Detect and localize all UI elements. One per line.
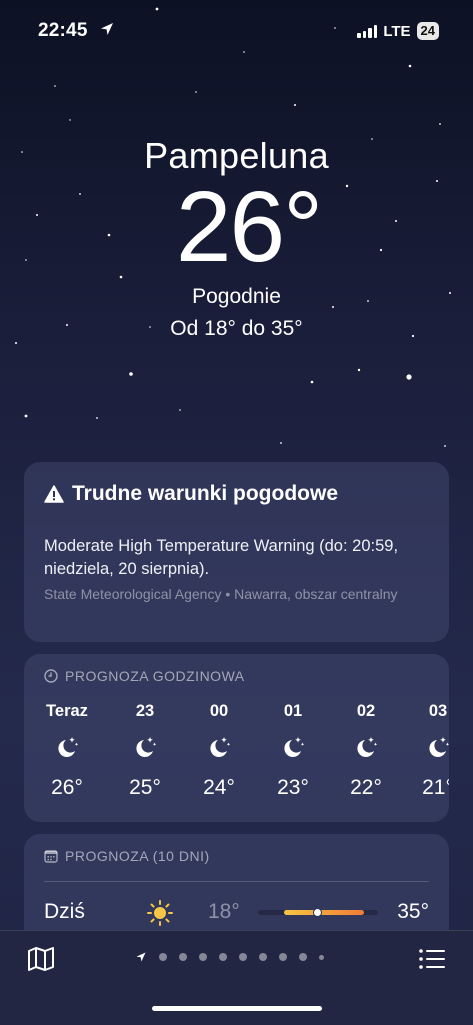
page-dot — [199, 953, 207, 961]
hourly-strip[interactable]: Teraz 26° 23 25° 00 24° 01 23° 02 22° 03… — [24, 702, 449, 812]
map-icon[interactable] — [27, 946, 55, 972]
current-temperature: 26° — [175, 171, 323, 283]
moon-stars-icon — [284, 737, 305, 757]
moon-stars-icon — [357, 737, 378, 757]
page-dot — [299, 953, 307, 961]
page-dot — [239, 953, 247, 961]
hour-label: 01 — [283, 702, 303, 720]
status-time: 22:45 — [38, 20, 88, 41]
weather-alert-card[interactable]: Trudne warunki pogodowe Moderate High Te… — [24, 462, 449, 642]
alert-message: Moderate High Temperature Warning (do: 2… — [44, 537, 399, 578]
hour-label: 02 — [356, 702, 376, 720]
alert-title: Trudne warunki pogodowe — [72, 482, 339, 505]
daily-header-label: PROGNOZA (10 DNI) — [65, 848, 210, 864]
calendar-icon — [44, 850, 58, 863]
battery-level: 24 — [416, 22, 439, 40]
divider — [44, 881, 429, 882]
daily-header: PROGNOZA (10 DNI) — [44, 848, 210, 864]
clock-icon — [44, 669, 58, 683]
hourly-forecast-card[interactable]: PROGNOZA GODZINOWA Teraz 26° 23 25° 00 2… — [24, 654, 449, 822]
hourly-header-label: PROGNOZA GODZINOWA — [65, 668, 245, 684]
alert-title-row: Trudne warunki pogodowe — [44, 482, 338, 506]
hour-label: Teraz — [46, 702, 88, 720]
hour-item: 02 22° — [336, 702, 396, 800]
list-icon[interactable] — [418, 947, 446, 971]
home-indicator — [152, 1006, 322, 1011]
alert-source: State Meteorological Agency • Nawarra, o… — [44, 586, 398, 602]
page-dot — [219, 953, 227, 961]
page-dot — [179, 953, 187, 961]
page-dot — [279, 953, 287, 961]
hour-item: Teraz 26° — [37, 702, 97, 800]
page-dot — [159, 953, 167, 961]
moon-stars-icon — [136, 737, 157, 757]
day-name: Dziś — [44, 900, 85, 923]
hour-temp: 26° — [51, 776, 83, 799]
page-indicator[interactable] — [135, 951, 324, 963]
hour-temp: 24° — [203, 776, 235, 799]
current-weather: Pampeluna 26° Pogodnie Od 18° do 35° — [0, 135, 473, 341]
page-dot — [319, 954, 324, 960]
hour-item: 23 25° — [115, 702, 175, 800]
hour-temp: 21° — [422, 776, 449, 799]
temp-range-bar — [258, 908, 378, 917]
hourly-header: PROGNOZA GODZINOWA — [44, 668, 245, 684]
warning-icon — [44, 485, 64, 503]
hour-item: 00 24° — [189, 702, 249, 800]
hour-item: 01 23° — [263, 702, 323, 800]
temp-range-fill — [284, 910, 364, 915]
moon-stars-icon — [58, 737, 79, 757]
day-high-temp: 35° — [397, 900, 429, 923]
location-arrow-icon — [101, 23, 113, 35]
hour-label: 03 — [428, 702, 448, 720]
signal-bars-icon — [357, 24, 378, 38]
hour-temp: 22° — [350, 776, 382, 799]
current-temp-marker — [313, 908, 322, 917]
temperature-range: Od 18° do 35° — [170, 317, 303, 340]
day-row[interactable]: Dziś 18° 35° — [24, 898, 449, 928]
moon-stars-icon — [210, 737, 231, 757]
location-arrow-icon — [136, 952, 146, 962]
page-dot — [259, 953, 267, 961]
hour-label: 23 — [135, 702, 155, 720]
status-right: LTE 24 — [357, 22, 439, 40]
hour-label: 00 — [209, 702, 229, 720]
current-condition: Pogodnie — [192, 285, 281, 308]
moon-stars-icon — [429, 737, 449, 757]
day-low-temp: 18° — [208, 900, 240, 923]
hour-temp: 25° — [129, 776, 161, 799]
hour-temp: 23° — [277, 776, 309, 799]
sun-icon — [147, 900, 173, 926]
network-type: LTE — [383, 22, 411, 40]
hour-item: 03 21° — [408, 702, 449, 800]
status-bar: 22:45 LTE 24 — [0, 20, 473, 46]
